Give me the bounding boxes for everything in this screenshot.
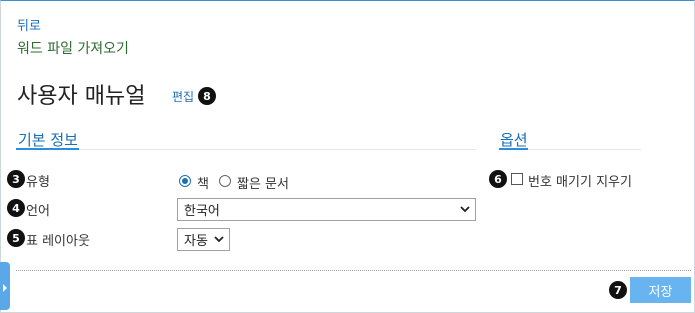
- language-select[interactable]: 한국어: [177, 198, 476, 221]
- basic-info-underline: [16, 148, 79, 150]
- language-select-value: 한국어: [184, 204, 220, 219]
- footer-divider: [16, 270, 691, 271]
- save-button-label: 저장: [648, 284, 673, 300]
- back-link[interactable]: 뒤로: [17, 15, 41, 34]
- clear-numbering-label[interactable]: 번호 매기기 지우기: [528, 171, 632, 190]
- section-options: 옵션: [500, 131, 528, 149]
- type-option-book-label[interactable]: 책: [197, 173, 209, 192]
- callout-badge-3: 3: [7, 170, 25, 188]
- type-radio-book[interactable]: [179, 175, 191, 187]
- import-word-file-link[interactable]: 워드 파일 가져오기: [17, 38, 129, 58]
- table-layout-select[interactable]: 자동: [177, 228, 230, 251]
- callout-badge-4: 4: [7, 199, 25, 217]
- save-button[interactable]: 저장: [630, 277, 691, 303]
- side-panel-toggle[interactable]: [0, 262, 10, 310]
- language-label: 언어: [26, 204, 50, 219]
- section-basic-info: 기본 정보: [18, 131, 78, 149]
- callout-badge-5: 5: [7, 229, 25, 247]
- chevron-right-icon: [2, 277, 8, 296]
- chevron-down-icon: [214, 233, 224, 246]
- options-underline: [499, 148, 528, 150]
- type-label: 유형: [26, 175, 50, 190]
- options-divider: [528, 149, 641, 150]
- clear-numbering-checkbox[interactable]: [511, 173, 523, 185]
- type-radio-short-doc[interactable]: [219, 175, 231, 187]
- callout-badge-6: 6: [489, 170, 507, 188]
- edit-title-link[interactable]: 편집: [172, 88, 194, 105]
- table-layout-select-value: 자동: [184, 234, 208, 249]
- type-option-short-doc-label[interactable]: 짧은 문서: [237, 173, 289, 192]
- callout-badge-8: 8: [198, 87, 216, 105]
- table-layout-label: 표 레이아웃: [26, 234, 90, 249]
- page-title: 사용자 매뉴얼: [17, 84, 146, 109]
- chevron-down-icon: [460, 203, 470, 216]
- callout-badge-7: 7: [609, 281, 627, 299]
- basic-info-divider: [79, 149, 476, 150]
